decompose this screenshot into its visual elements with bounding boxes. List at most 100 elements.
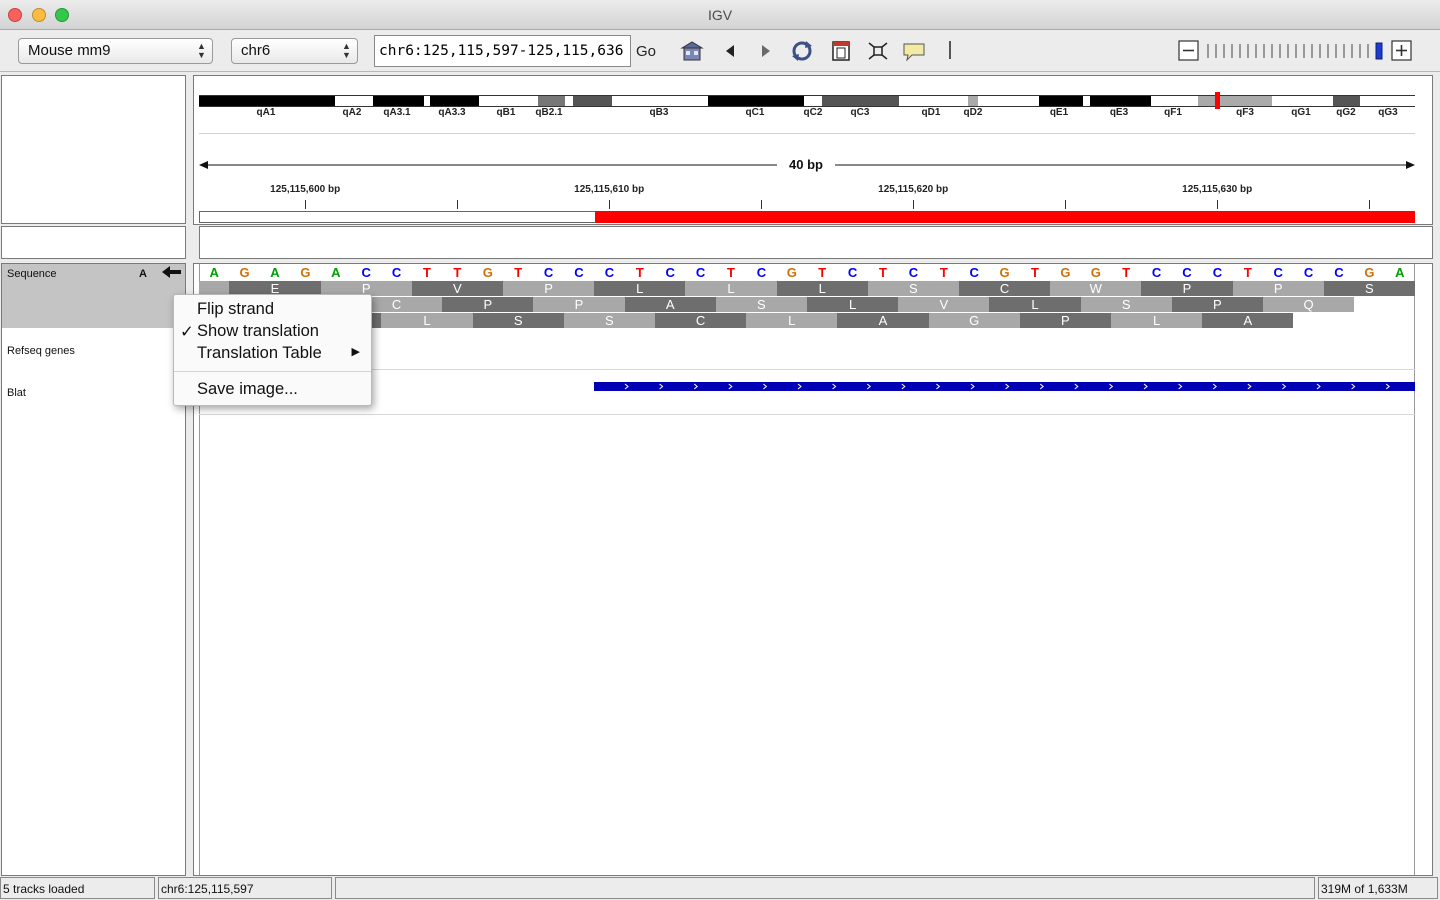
sequence-base: T [635, 265, 644, 280]
chromosome-dropdown[interactable]: chr6 ▲ ▼ [231, 38, 358, 64]
locus-search-input[interactable]: chr6:125,115,597-125,115,636 [374, 35, 631, 67]
ideogram-band-label: qA1 [256, 107, 276, 118]
amino-acid: L [594, 281, 686, 296]
menu-separator [174, 371, 371, 372]
sequence-base: C [756, 265, 767, 280]
check-icon: ✓ [180, 323, 194, 341]
amino-acid: S [563, 313, 655, 328]
blat-track-label[interactable]: Blat [7, 387, 26, 399]
menu-item-flip-strand[interactable]: Flip strand [174, 300, 371, 322]
sequence-base: C [391, 265, 402, 280]
go-button[interactable]: Go [636, 43, 656, 60]
home-icon[interactable] [680, 40, 704, 62]
ideogram-separator [199, 133, 1415, 134]
track-separator [199, 414, 1415, 415]
ideogram-band [430, 95, 479, 107]
menu-item-label: Show translation [197, 322, 319, 340]
amino-acid: Q [1263, 297, 1355, 312]
ideogram-band-label: qE1 [1049, 107, 1069, 118]
ideogram-band [978, 95, 1039, 107]
amino-acid: L [989, 297, 1081, 312]
forward-arrow-icon[interactable] [754, 40, 778, 62]
sequence-base: C [665, 265, 675, 280]
menu-item-save-image[interactable]: Save image... [174, 380, 371, 402]
ruler-tick-label: 125,115,620 bp [878, 184, 949, 195]
ideogram-band-label: qA3.3 [438, 107, 466, 118]
ideogram-band-label: qC1 [745, 107, 765, 118]
amino-acid: S [472, 313, 564, 328]
ideogram-band-label: qG1 [1291, 107, 1311, 118]
ideogram-band [1333, 95, 1360, 107]
header-name-panel [1, 75, 186, 224]
zoom-slider[interactable] [1178, 39, 1414, 63]
ideogram-band [335, 95, 373, 107]
fit-data-icon[interactable] [866, 40, 890, 62]
chromosome-ideogram[interactable] [199, 95, 1415, 107]
sequence-base: C [361, 265, 371, 280]
amino-acid: S [1080, 297, 1172, 312]
refresh-icon[interactable] [790, 40, 814, 62]
sequence-base: C [1212, 265, 1223, 280]
menu-item-show-translation[interactable]: ✓ Show translation [174, 322, 371, 344]
ideogram-band-label: qC2 [803, 107, 823, 118]
ideogram-band-label: qB2.1 [535, 107, 563, 118]
ideogram-band [565, 95, 573, 107]
sequence-base: A [331, 265, 341, 280]
ideogram-band [612, 95, 708, 107]
genome-dropdown[interactable]: Mouse mm9 ▲ ▼ [18, 38, 213, 64]
ruler-tick [1369, 200, 1370, 209]
amino-acid: P [1232, 281, 1324, 296]
ruler-tick [305, 200, 306, 209]
ideogram-band [1151, 95, 1198, 107]
ideogram-band [373, 95, 424, 107]
sequence-base: T [1243, 265, 1252, 280]
amino-acid: V [411, 281, 503, 296]
ideogram-band [1083, 95, 1090, 107]
amino-acid: L [776, 281, 868, 296]
sequence-track-label[interactable]: Sequence [7, 268, 57, 280]
ideogram-band [1360, 95, 1415, 107]
ruler-tick [1217, 200, 1218, 209]
blat-feature[interactable] [594, 378, 1415, 391]
menu-item-label: Flip strand [197, 300, 275, 318]
amino-acid: L [746, 313, 838, 328]
amino-acid: W [1050, 281, 1142, 296]
sequence-base: T [1122, 265, 1131, 280]
ideogram-band [1272, 95, 1333, 107]
menu-item-translation-table[interactable]: Translation Table ▶ [174, 344, 371, 366]
feature-name-panel [1, 226, 186, 259]
feature-data-panel [199, 226, 1433, 259]
sequence-base: G [1090, 265, 1101, 280]
back-arrow-icon[interactable] [718, 40, 742, 62]
ideogram-band [573, 95, 612, 107]
ruler-tick-label: 125,115,610 bp [574, 184, 645, 195]
amino-acid: L [685, 281, 777, 296]
sequence-base: A [1395, 265, 1405, 280]
data-viewport[interactable] [199, 264, 1415, 875]
sequence-base: C [543, 265, 554, 280]
ruler-tick [913, 200, 914, 209]
refseq-track-label[interactable]: Refseq genes [7, 345, 75, 357]
resize-to-window-icon[interactable] [829, 40, 853, 62]
ruler-tick [609, 200, 610, 209]
popup-info-icon[interactable] [902, 40, 926, 62]
ruler-tick-label: 125,115,630 bp [1182, 184, 1253, 195]
sequence-base: G [786, 265, 797, 280]
sequence-base: G [1364, 265, 1375, 280]
ideogram-band-label: qF1 [1164, 107, 1182, 118]
roi-region[interactable] [595, 211, 1415, 223]
sequence-base: T [423, 265, 431, 280]
status-position: chr6:125,115,597 [158, 877, 332, 899]
sequence-base: C [969, 265, 979, 280]
menu-item-label: Save image... [197, 380, 298, 398]
left-arrow-icon[interactable] [162, 266, 182, 278]
amino-acid: A [1202, 313, 1294, 328]
ideogram-band [804, 95, 822, 107]
sequence-base: C [847, 265, 858, 280]
status-tracks-loaded: 5 tracks loaded [0, 877, 155, 899]
amino-acid: V [898, 297, 990, 312]
amino-acid: L [807, 297, 899, 312]
sequence-base: A [270, 265, 280, 280]
sequence-base: G [999, 265, 1010, 280]
ruler-cursor-icon[interactable] [949, 41, 951, 59]
